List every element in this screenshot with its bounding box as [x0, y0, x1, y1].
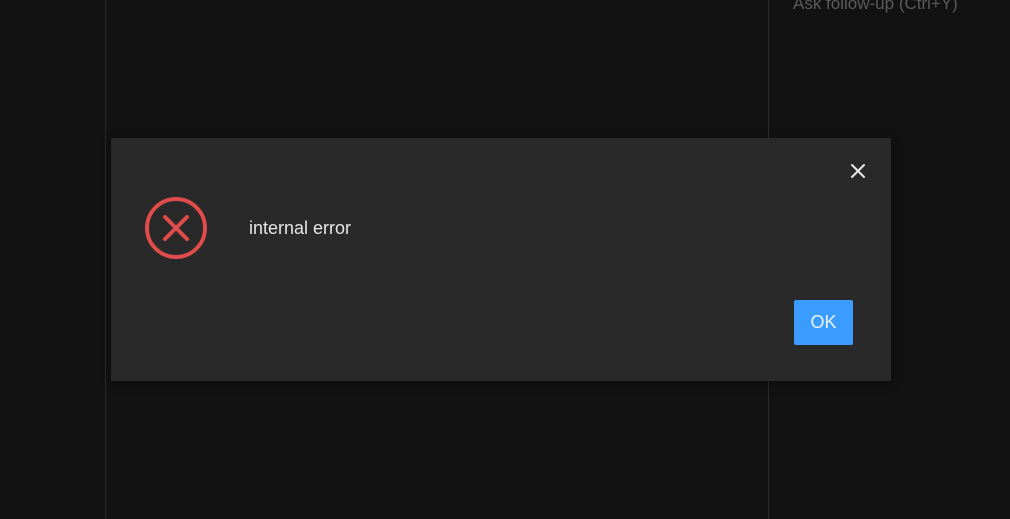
ok-button[interactable]: OK	[794, 300, 853, 345]
ask-followup-hint[interactable]: Ask follow-up (Ctrl+Y)	[793, 0, 958, 14]
app-window: Ask follow-up (Ctrl+Y) internal error OK	[0, 0, 1010, 519]
error-message: internal error	[249, 218, 352, 238]
error-dialog: internal error OK	[111, 138, 891, 381]
close-icon[interactable]	[847, 160, 869, 182]
left-pane-divider	[105, 0, 106, 519]
error-x-circle-icon	[144, 196, 208, 260]
